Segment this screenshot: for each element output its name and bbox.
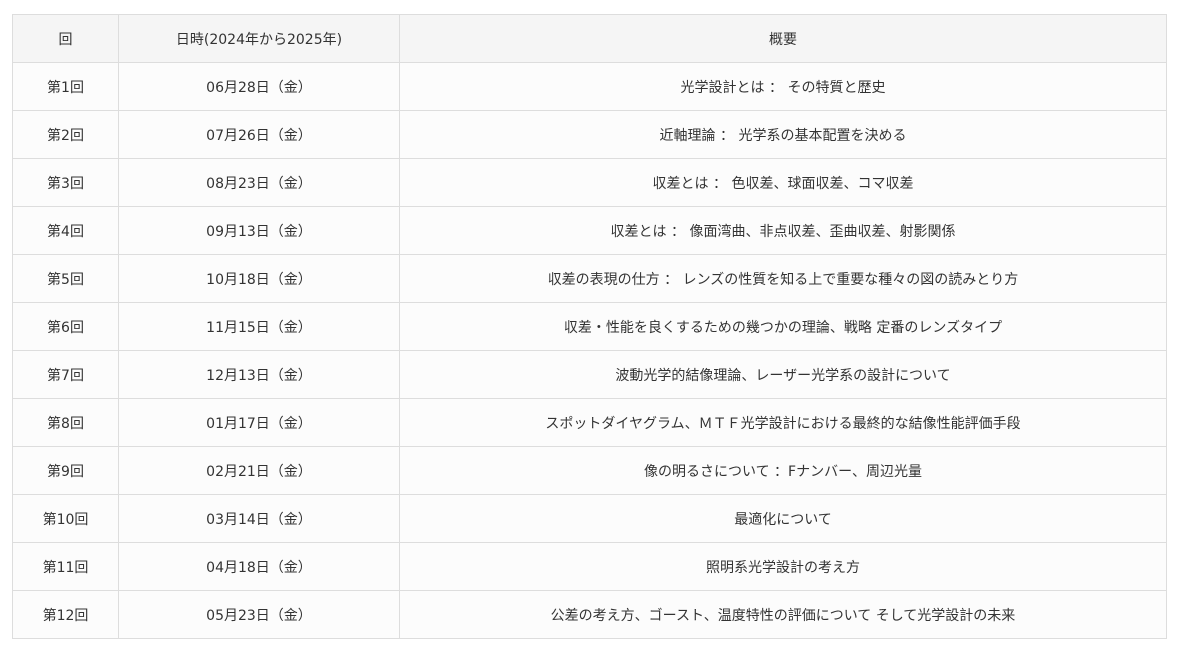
summary-cell: 収差とは ： 色収差、球面収差、コマ収差 xyxy=(399,158,1167,207)
table-row: 第8回 01月17日（金） スポットダイヤグラム、ＭＴＦ光学設計における最終的な… xyxy=(12,398,1167,447)
summary-cell: スポットダイヤグラム、ＭＴＦ光学設計における最終的な結像性能評価手段 xyxy=(399,398,1167,447)
summary-cell: 最適化について xyxy=(399,494,1167,543)
header-summary: 概要 xyxy=(399,14,1167,63)
table-row: 第10回 03月14日（金） 最適化について xyxy=(12,494,1167,543)
date-cell: 12月13日（金） xyxy=(118,350,400,399)
summary-cell: 収差・性能を良くするための幾つかの理論、戦略 定番のレンズタイプ xyxy=(399,302,1167,351)
session-cell: 第12回 xyxy=(12,590,119,639)
table-row: 第11回 04月18日（金） 照明系光学設計の考え方 xyxy=(12,542,1167,591)
summary-cell: 光学設計とは ： その特質と歴史 xyxy=(399,62,1167,111)
session-cell: 第6回 xyxy=(12,302,119,351)
table-row: 第9回 02月21日（金） 像の明るさについて ：Fナンバー、周辺光量 xyxy=(12,446,1167,495)
table-body: 第1回 06月28日（金） 光学設計とは ： その特質と歴史 第2回 07月26… xyxy=(12,62,1167,639)
date-cell: 04月18日（金） xyxy=(118,542,400,591)
table-row: 第1回 06月28日（金） 光学設計とは ： その特質と歴史 xyxy=(12,62,1167,111)
header-row: 回 日時(2024年から2025年) 概要 xyxy=(12,14,1167,63)
date-cell: 06月28日（金） xyxy=(118,62,400,111)
header-date: 日時(2024年から2025年) xyxy=(118,14,400,63)
table-row: 第2回 07月26日（金） 近軸理論 ： 光学系の基本配置を決める xyxy=(12,110,1167,159)
table-header: 回 日時(2024年から2025年) 概要 xyxy=(12,14,1167,63)
session-cell: 第4回 xyxy=(12,206,119,255)
schedule-table: 回 日時(2024年から2025年) 概要 第1回 06月28日（金） 光学設計… xyxy=(12,14,1167,639)
table-row: 第3回 08月23日（金） 収差とは ： 色収差、球面収差、コマ収差 xyxy=(12,158,1167,207)
date-cell: 03月14日（金） xyxy=(118,494,400,543)
date-cell: 09月13日（金） xyxy=(118,206,400,255)
session-cell: 第1回 xyxy=(12,62,119,111)
session-cell: 第11回 xyxy=(12,542,119,591)
date-cell: 11月15日（金） xyxy=(118,302,400,351)
session-cell: 第9回 xyxy=(12,446,119,495)
date-cell: 07月26日（金） xyxy=(118,110,400,159)
summary-cell: 近軸理論 ： 光学系の基本配置を決める xyxy=(399,110,1167,159)
table-row: 第4回 09月13日（金） 収差とは ： 像面湾曲、非点収差、歪曲収差、射影関係 xyxy=(12,206,1167,255)
session-cell: 第3回 xyxy=(12,158,119,207)
session-cell: 第8回 xyxy=(12,398,119,447)
table-row: 第5回 10月18日（金） 収差の表現の仕方 ： レンズの性質を知る上で重要な種… xyxy=(12,254,1167,303)
summary-cell: 収差とは ： 像面湾曲、非点収差、歪曲収差、射影関係 xyxy=(399,206,1167,255)
table-row: 第7回 12月13日（金） 波動光学的結像理論、レーザー光学系の設計について xyxy=(12,350,1167,399)
summary-cell: 照明系光学設計の考え方 xyxy=(399,542,1167,591)
session-cell: 第5回 xyxy=(12,254,119,303)
summary-cell: 収差の表現の仕方 ： レンズの性質を知る上で重要な種々の図の読みとり方 xyxy=(399,254,1167,303)
date-cell: 10月18日（金） xyxy=(118,254,400,303)
session-cell: 第2回 xyxy=(12,110,119,159)
table-row: 第12回 05月23日（金） 公差の考え方、ゴースト、温度特性の評価について そ… xyxy=(12,590,1167,639)
summary-cell: 像の明るさについて ：Fナンバー、周辺光量 xyxy=(399,446,1167,495)
date-cell: 01月17日（金） xyxy=(118,398,400,447)
date-cell: 05月23日（金） xyxy=(118,590,400,639)
table-row: 第6回 11月15日（金） 収差・性能を良くするための幾つかの理論、戦略 定番の… xyxy=(12,302,1167,351)
schedule-table-container: 回 日時(2024年から2025年) 概要 第1回 06月28日（金） 光学設計… xyxy=(12,14,1167,639)
date-cell: 02月21日（金） xyxy=(118,446,400,495)
summary-cell: 公差の考え方、ゴースト、温度特性の評価について そして光学設計の未来 xyxy=(399,590,1167,639)
date-cell: 08月23日（金） xyxy=(118,158,400,207)
header-session: 回 xyxy=(12,14,119,63)
session-cell: 第10回 xyxy=(12,494,119,543)
session-cell: 第7回 xyxy=(12,350,119,399)
summary-cell: 波動光学的結像理論、レーザー光学系の設計について xyxy=(399,350,1167,399)
